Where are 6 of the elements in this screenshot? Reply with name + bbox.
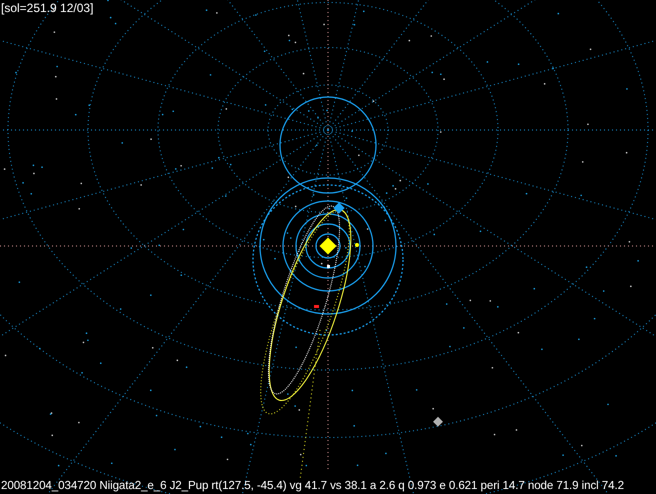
sun-marker — [320, 238, 336, 254]
meteor-info-text: 20081204_034720 Niigata2_e_6 J2_Pup rt(127.5, -45.4) vg 41.7 vs 38.1 a 2.6 q 0.973 e 0.621 peri 14.7 node 71.9 incl 74.2 — [1, 479, 624, 492]
diamond-marker — [433, 416, 443, 427]
earth-marker — [333, 202, 345, 214]
solar-longitude-label: [sol=251.9 12/03] — [1, 1, 94, 15]
planet-dot — [355, 243, 359, 247]
